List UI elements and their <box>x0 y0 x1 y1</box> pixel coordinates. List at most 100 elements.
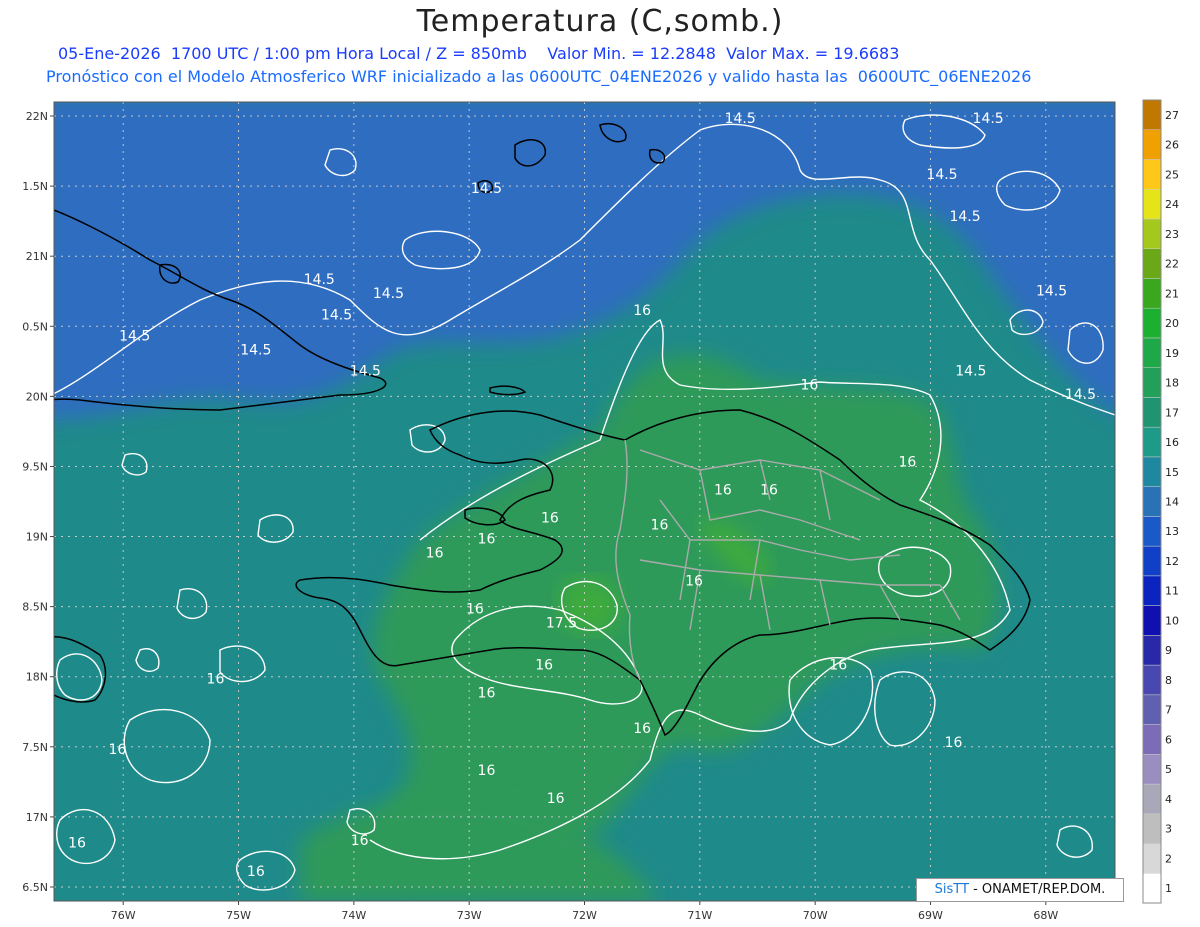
sistt-logo: SisTT <box>934 882 969 897</box>
lat-tick-label: 0.5N <box>22 320 48 333</box>
lat-tick-label: 21N <box>26 250 48 263</box>
contour-label: 16 <box>68 836 86 852</box>
contour-label: 14.5 <box>321 307 352 323</box>
colorbar-swatch <box>1142 307 1162 339</box>
colorbar-swatch <box>1142 783 1162 815</box>
colorbar-label: 13 <box>1165 525 1179 538</box>
contour-label: 14.5 <box>926 167 957 183</box>
colorbar-label: 17 <box>1165 406 1179 419</box>
lat-tick-label: 18N <box>26 671 48 684</box>
colorbar-swatch <box>1142 248 1162 279</box>
contour-label: 16 <box>351 833 369 849</box>
contour-label: 16 <box>247 864 265 880</box>
colorbar-swatch <box>1142 456 1162 487</box>
colorbar-label: 23 <box>1165 228 1179 241</box>
colorbar-swatch <box>1142 278 1162 309</box>
colorbar-label: 15 <box>1165 466 1179 479</box>
contour-label: 16 <box>651 518 669 534</box>
contour-label: 16 <box>426 546 444 562</box>
contour-label: 14.5 <box>350 363 381 379</box>
colorbar-label: 11 <box>1165 585 1179 598</box>
contour-label: 14.5 <box>373 286 404 302</box>
contour-label: 14.5 <box>304 272 335 288</box>
colorbar-label: 16 <box>1165 436 1179 449</box>
colorbar-label: 24 <box>1165 198 1179 211</box>
contour-label: 14.5 <box>1036 283 1067 299</box>
contour-label: 16 <box>800 377 818 393</box>
colorbar-label: 12 <box>1165 555 1179 568</box>
contour-label: 16 <box>466 602 484 618</box>
colorbar-swatch <box>1142 367 1162 398</box>
colorbar-label: 2 <box>1165 852 1172 865</box>
lat-tick-label: 1.5N <box>22 180 48 193</box>
contour-label: 16 <box>541 511 559 527</box>
contour-label: 16 <box>714 482 732 498</box>
contour-label: 14.5 <box>955 363 986 379</box>
contour-label: 16 <box>207 672 225 688</box>
temperature-map: 14.5 14.5 14.5 14.5 14.5 14.5 14.5 14.5 14.5 14.5… <box>22 99 1179 922</box>
contour-label: 16 <box>478 532 496 548</box>
colorbar-swatch <box>1142 545 1162 577</box>
lat-tick-label: 20N <box>26 390 48 403</box>
credit-box: SisTT - ONAMET/REP.DOM. <box>916 878 1124 902</box>
contour-label: 16 <box>109 742 127 758</box>
lon-tick-label: 71W <box>687 909 712 922</box>
colorbar-label: 10 <box>1165 614 1179 627</box>
colorbar-label: 1 <box>1165 882 1172 895</box>
colorbar-swatch <box>1142 813 1162 844</box>
contour-label: 16 <box>760 482 778 498</box>
contour-label: 16 <box>547 791 565 807</box>
colorbar-label: 26 <box>1165 139 1179 152</box>
colorbar-swatch <box>1142 218 1162 249</box>
colorbar-label: 7 <box>1165 704 1172 717</box>
colorbar-swatch <box>1142 635 1162 666</box>
colorbar: 1234567891011121314151617181920212223242… <box>1142 99 1179 904</box>
colorbar-label: 19 <box>1165 347 1179 360</box>
colorbar-swatch <box>1142 99 1162 130</box>
colorbar-swatch <box>1142 873 1162 904</box>
lon-tick-label: 70W <box>803 909 828 922</box>
colorbar-label: 18 <box>1165 377 1179 390</box>
colorbar-label: 5 <box>1165 763 1172 776</box>
contour-label: 16 <box>478 763 496 779</box>
colorbar-swatch <box>1142 426 1162 458</box>
lat-tick-label: 17N <box>26 811 48 824</box>
contour-label: 16 <box>898 454 916 470</box>
colorbar-label: 25 <box>1165 168 1179 181</box>
colorbar-swatch <box>1142 843 1162 874</box>
colorbar-swatch <box>1142 486 1162 517</box>
colorbar-swatch <box>1142 724 1162 755</box>
contour-label: 14.5 <box>119 328 150 344</box>
lon-tick-label: 74W <box>341 909 366 922</box>
colorbar-swatch <box>1142 605 1162 636</box>
contour-label: 14.5 <box>471 181 502 197</box>
colorbar-label: 27 <box>1165 109 1179 122</box>
colorbar-label: 21 <box>1165 287 1179 300</box>
latitude-axis: 22N 1.5N 21N 0.5N 20N 9.5N 19N 8.5N 18N 7.5N 17N 6.… <box>22 110 54 894</box>
colorbar-swatch <box>1142 575 1162 606</box>
credit-text: - ONAMET/REP.DOM. <box>968 882 1106 897</box>
colorbar-swatch <box>1142 754 1162 785</box>
lon-tick-label: 75W <box>226 909 251 922</box>
colorbar-label: 6 <box>1165 733 1172 746</box>
contour-label: 14.5 <box>240 342 271 358</box>
colorbar-swatch <box>1142 129 1162 160</box>
colorbar-label: 14 <box>1165 496 1179 509</box>
lon-tick-label: 68W <box>1033 909 1058 922</box>
colorbar-swatch <box>1142 516 1162 547</box>
lat-tick-label: 8.5N <box>22 601 48 614</box>
colorbar-label: 8 <box>1165 674 1172 687</box>
colorbar-swatch <box>1142 159 1162 190</box>
contour-label: 16 <box>829 658 847 674</box>
colorbar-label: 4 <box>1165 793 1172 806</box>
colorbar-label: 9 <box>1165 644 1172 657</box>
longitude-axis: 76W 75W 74W 73W 72W 71W 70W 69W 68W <box>111 901 1058 922</box>
lon-tick-label: 69W <box>918 909 943 922</box>
contour-label: 16 <box>478 686 496 702</box>
contour-label: 16 <box>535 658 553 674</box>
lon-tick-label: 76W <box>111 909 136 922</box>
lat-tick-label: 22N <box>26 110 48 123</box>
colorbar-swatch <box>1142 397 1162 428</box>
lon-tick-label: 72W <box>572 909 597 922</box>
contour-label: 14.5 <box>1065 387 1096 403</box>
